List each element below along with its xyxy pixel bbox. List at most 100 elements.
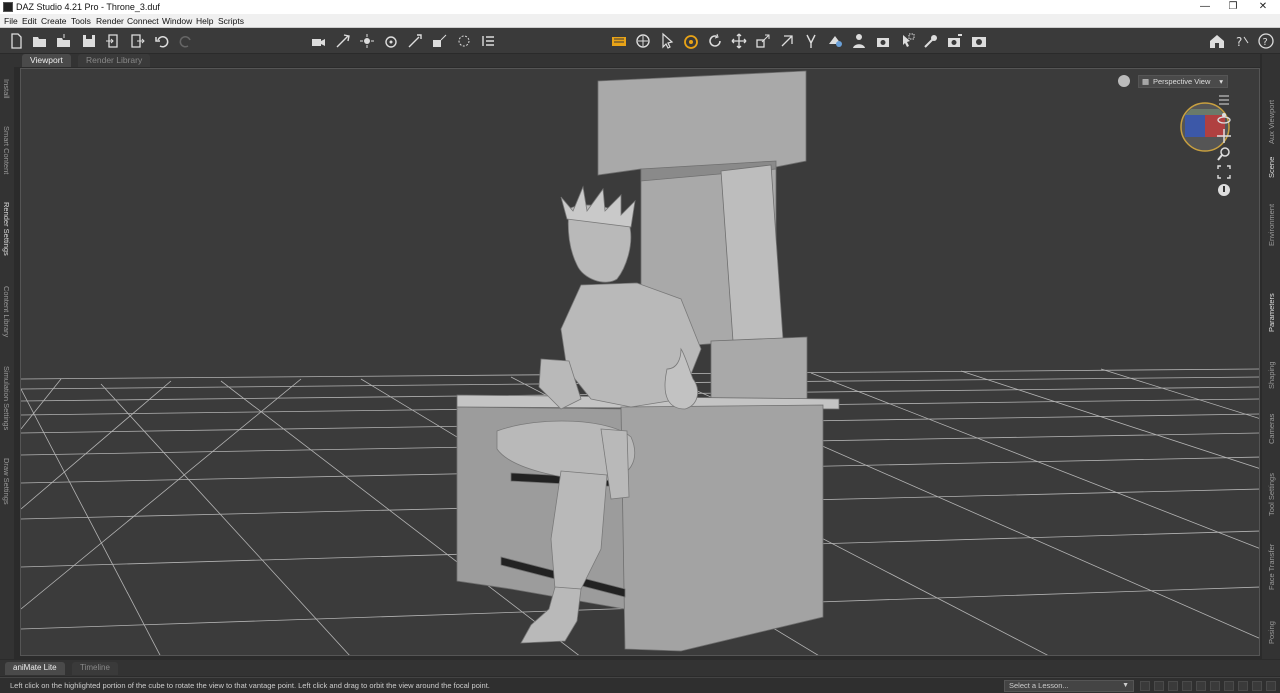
create-camera-icon[interactable] [309, 32, 327, 50]
new-file-icon[interactable] [7, 32, 25, 50]
lesson-nav-button[interactable] [1168, 681, 1178, 691]
region-select-icon[interactable] [898, 32, 916, 50]
camera-dropdown[interactable]: ▦ Perspective View ▾ [1138, 75, 1228, 88]
restore-button[interactable]: ❐ [1216, 0, 1250, 14]
weight-map-icon[interactable] [826, 32, 844, 50]
reset-view-icon[interactable] [1216, 182, 1232, 198]
pane-tab-shaping[interactable]: Shaping [1267, 361, 1276, 389]
zoom-icon[interactable] [1216, 146, 1232, 162]
menu-connect[interactable]: Connect [127, 16, 159, 26]
lesson-select-label: Select a Lesson... [1009, 681, 1069, 690]
pane-tab-install[interactable]: Install [2, 79, 11, 99]
menu-help[interactable]: Help [196, 16, 213, 26]
pane-tab-parameters[interactable]: Parameters [1267, 293, 1276, 332]
status-message: Left click on the highlighted portion of… [10, 681, 490, 690]
menu-tools[interactable]: Tools [71, 16, 91, 26]
pane-tab-aux-viewport[interactable]: Aux Viewport [1267, 100, 1276, 144]
pane-tab-draw-settings[interactable]: Draw Settings [2, 458, 11, 505]
menu-edit[interactable]: Edit [22, 16, 37, 26]
primitive-icon[interactable] [479, 32, 497, 50]
tab-animate-lite[interactable]: aniMate Lite [5, 662, 65, 675]
save-icon[interactable] [80, 32, 98, 50]
viewport-3d[interactable]: ▦ Perspective View ▾ [20, 68, 1260, 656]
node-select-icon[interactable] [658, 32, 676, 50]
daz-app-icon [3, 2, 13, 12]
menu-scripts[interactable]: Scripts [218, 16, 244, 26]
status-bar: Left click on the highlighted portion of… [0, 677, 1280, 693]
orbit-icon[interactable] [1216, 110, 1232, 126]
render-icon[interactable] [946, 32, 964, 50]
area-light-icon[interactable] [430, 32, 448, 50]
chevron-down-icon: ▼ [1122, 682, 1129, 689]
active-pose-icon[interactable] [682, 32, 700, 50]
menu-render[interactable]: Render [96, 16, 124, 26]
window-title: DAZ Studio 4.21 Pro - Throne_3.duf [16, 2, 160, 12]
lesson-select[interactable]: Select a Lesson... ▼ [1004, 680, 1134, 692]
scale-icon[interactable] [754, 32, 772, 50]
lesson-nav-button[interactable] [1266, 681, 1276, 691]
import-icon[interactable] [104, 32, 122, 50]
svg-text:?: ? [1236, 35, 1242, 49]
tab-timeline[interactable]: Timeline [72, 662, 118, 675]
joint-editor-icon[interactable] [802, 32, 820, 50]
left-pane-strip: Install Smart Content Render Settings Co… [0, 54, 14, 659]
lesson-nav-button[interactable] [1140, 681, 1150, 691]
merge-icon[interactable] [55, 32, 73, 50]
create-light-icon[interactable] [334, 32, 352, 50]
menu-file[interactable]: File [4, 16, 18, 26]
pose-icon[interactable] [634, 32, 652, 50]
lesson-nav-button[interactable] [1196, 681, 1206, 691]
lesson-nav-button[interactable] [1224, 681, 1234, 691]
pane-menu-icon[interactable] [1216, 92, 1232, 108]
viewport-tab-strip: Viewport Render Library [14, 54, 1260, 67]
menu-window[interactable]: Window [162, 16, 192, 26]
spot-render-icon[interactable] [970, 32, 988, 50]
grid-icon: ▦ [1142, 77, 1150, 86]
pan-icon[interactable] [1216, 128, 1232, 144]
transform-icon[interactable] [778, 32, 796, 50]
lesson-nav-button[interactable] [1154, 681, 1164, 691]
frame-icon[interactable] [1216, 164, 1232, 180]
lesson-nav-button[interactable] [1252, 681, 1262, 691]
point-light-icon[interactable] [382, 32, 400, 50]
menu-create[interactable]: Create [41, 16, 67, 26]
pane-tab-posing[interactable]: Posing [1267, 621, 1276, 644]
lesson-nav-button[interactable] [1238, 681, 1248, 691]
pane-tab-render-settings[interactable]: Render Settings [2, 202, 11, 256]
lesson-nav-button[interactable] [1182, 681, 1192, 691]
view-controls: ▦ Perspective View ▾ [1118, 75, 1238, 89]
spotlight-icon[interactable] [358, 32, 376, 50]
pane-tab-tool-settings[interactable]: Tool Settings [1267, 473, 1276, 516]
help-icon[interactable]: ? [1257, 32, 1275, 50]
bottom-tab-strip: aniMate Lite Timeline [0, 660, 1280, 676]
render-preview-icon[interactable] [610, 32, 628, 50]
whats-this-icon[interactable]: ? [1233, 32, 1251, 50]
pane-tab-smart-content[interactable]: Smart Content [2, 126, 11, 174]
home-icon[interactable] [1208, 32, 1226, 50]
null-node-icon[interactable] [455, 32, 473, 50]
tab-render-library[interactable]: Render Library [78, 54, 151, 67]
pane-tab-cameras[interactable]: Cameras [1267, 414, 1276, 444]
drawstyle-sphere-icon[interactable] [1118, 75, 1130, 87]
figure-setup-icon[interactable] [850, 32, 868, 50]
open-icon[interactable] [31, 32, 49, 50]
pane-tab-face-transfer[interactable]: Face Transfer [1267, 544, 1276, 590]
main-toolbar: ? ? [0, 28, 1280, 54]
pane-tab-simulation-settings[interactable]: Simulation Settings [2, 366, 11, 430]
right-pane-strip: Aux Viewport Scene Environment Parameter… [1262, 54, 1280, 659]
lesson-nav-button[interactable] [1210, 681, 1220, 691]
pane-tab-content-library[interactable]: Content Library [2, 286, 11, 337]
viewport-scene [21, 70, 1259, 655]
redo-icon[interactable] [177, 32, 195, 50]
distant-light-icon[interactable] [406, 32, 424, 50]
pane-tab-scene[interactable]: Scene [1267, 157, 1276, 178]
tab-viewport[interactable]: Viewport [22, 54, 71, 67]
rotate-icon[interactable] [706, 32, 724, 50]
undo-icon[interactable] [153, 32, 171, 50]
close-button[interactable]: ✕ [1246, 0, 1280, 14]
camera-view-icon[interactable] [874, 32, 892, 50]
translate-icon[interactable] [730, 32, 748, 50]
export-icon[interactable] [128, 32, 146, 50]
geometry-editor-icon[interactable] [922, 32, 940, 50]
pane-tab-environment[interactable]: Environment [1267, 204, 1276, 246]
